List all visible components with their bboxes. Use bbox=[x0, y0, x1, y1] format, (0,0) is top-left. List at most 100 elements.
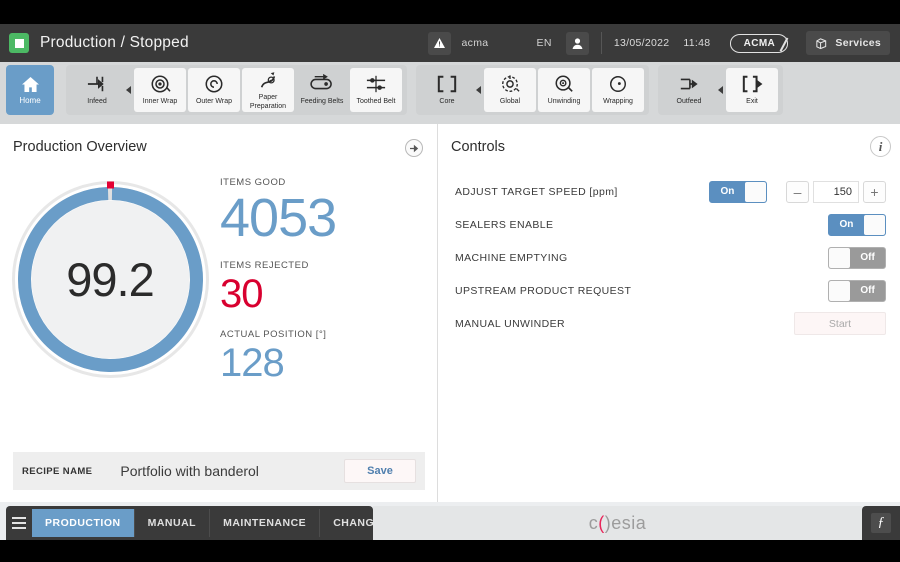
top-bar-right: acma EN 13/05/2022 11:48 ACMA Services bbox=[427, 24, 900, 62]
home-icon bbox=[21, 76, 39, 92]
outfeed-icon bbox=[677, 73, 701, 95]
nav-item-unwinding[interactable]: Unwinding bbox=[538, 68, 590, 112]
nav-item-label: Feeding Belts bbox=[300, 98, 344, 106]
efficiency-gauge: 99.2 bbox=[0, 173, 220, 398]
top-bar: Production / Stopped acma EN 13/05/2022 … bbox=[0, 24, 900, 62]
services-button[interactable]: Services bbox=[806, 31, 890, 55]
gauge-graphic: 99.2 bbox=[8, 177, 213, 382]
page-title: Production / Stopped bbox=[40, 34, 189, 51]
control-inputs: On – 150 + bbox=[709, 180, 886, 203]
nav-group-2: Core Global Unwinding Wrapping bbox=[416, 65, 649, 115]
nav-item-label: Inner Wrap bbox=[142, 98, 178, 106]
nav-home-button[interactable]: Home bbox=[6, 65, 54, 125]
kpi-label: ACTUAL POSITION [°] bbox=[220, 329, 327, 340]
arrow-right-circle-icon[interactable] bbox=[405, 139, 423, 157]
wrapping-icon bbox=[607, 73, 629, 95]
adjust-target-speed-toggle[interactable]: On bbox=[709, 180, 767, 203]
coesia-logo-text: c bbox=[588, 512, 599, 533]
language-selector[interactable]: EN bbox=[536, 37, 551, 49]
nav-item-outfeed[interactable]: Outfeed bbox=[663, 68, 715, 112]
recipe-name-value[interactable]: Portfolio with banderol bbox=[120, 463, 259, 479]
controls-title: Controls bbox=[451, 139, 505, 155]
nav-item-wrapping[interactable]: Wrapping bbox=[592, 68, 644, 112]
services-label: Services bbox=[835, 37, 881, 49]
nav-item-exit[interactable]: Exit bbox=[726, 68, 778, 112]
gauge-value: 99.2 bbox=[66, 253, 154, 306]
increment-button[interactable]: + bbox=[863, 180, 886, 203]
toothed-belt-icon bbox=[364, 73, 388, 95]
kpi-items-good: ITEMS GOOD 4053 bbox=[220, 177, 337, 248]
recipe-bar: RECIPE NAME Portfolio with banderol Save bbox=[13, 452, 425, 490]
toggle-knob bbox=[744, 181, 766, 202]
machine-emptying-toggle[interactable]: Off bbox=[828, 246, 886, 269]
tab-manual[interactable]: MANUAL bbox=[133, 509, 210, 537]
kpi-items-rejected: ITEMS REJECTED 30 bbox=[220, 260, 336, 317]
user-icon[interactable] bbox=[565, 31, 589, 55]
kpi-label: ITEMS REJECTED bbox=[220, 260, 309, 271]
kpi-actual-position: ACTUAL POSITION [°] 128 bbox=[220, 329, 336, 386]
tab-production[interactable]: PRODUCTION bbox=[32, 509, 134, 537]
infeed-icon bbox=[85, 73, 109, 95]
target-speed-stepper: – 150 + bbox=[786, 180, 886, 203]
nav-item-paper-preparation[interactable]: Paper Preparation bbox=[242, 68, 294, 112]
core-icon bbox=[435, 73, 459, 95]
controls-panel: Controls i ADJUST TARGET SPEED [ppm] On … bbox=[438, 124, 900, 502]
system-time: 11:48 bbox=[683, 37, 711, 49]
hamburger-menu-icon[interactable] bbox=[12, 517, 26, 529]
function-button[interactable]: ƒ bbox=[862, 506, 900, 540]
control-row-manual-unwinder: MANUAL UNWINDER Start bbox=[438, 307, 900, 340]
machine-hmi-screen: Production / Stopped acma EN 13/05/2022 … bbox=[0, 24, 900, 540]
control-inputs: On bbox=[828, 213, 886, 236]
nav-item-label: Exit bbox=[746, 98, 758, 106]
machine-status-icon bbox=[9, 33, 29, 53]
nav-item-core[interactable]: Core bbox=[421, 68, 473, 112]
nav-group-3: Outfeed Exit bbox=[658, 65, 783, 115]
tab-maintenance[interactable]: MAINTENANCE bbox=[209, 509, 319, 537]
nav-item-infeed[interactable]: Infeed bbox=[71, 68, 123, 112]
toggle-knob bbox=[863, 214, 885, 235]
nav-item-inner-wrap[interactable]: Inner Wrap bbox=[134, 68, 186, 112]
control-label: MACHINE EMPTYING bbox=[455, 251, 568, 264]
nav-item-label: Outfeed bbox=[676, 98, 702, 106]
coesia-logo: c()esia bbox=[589, 513, 647, 534]
triangle-left-icon bbox=[126, 86, 131, 94]
nav-item-label: Wrapping bbox=[603, 98, 633, 106]
feeding-belts-icon bbox=[310, 73, 334, 95]
upstream-product-request-toggle[interactable]: Off bbox=[828, 279, 886, 302]
nav-item-toothed-belt[interactable]: Toothed Belt bbox=[350, 68, 402, 112]
kpi-label: ITEMS GOOD bbox=[220, 177, 286, 188]
nav-item-label: Toothed Belt bbox=[356, 98, 396, 106]
target-speed-value[interactable]: 150 bbox=[813, 180, 859, 203]
nav-item-outer-wrap[interactable]: Outer Wrap bbox=[188, 68, 240, 112]
kpi-list: ITEMS GOOD 4053 ITEMS REJECTED 30 ACTUAL… bbox=[220, 173, 337, 398]
mode-tab-bar: PRODUCTION MANUAL MAINTENANCE CHANGEOVER bbox=[6, 506, 413, 540]
divider bbox=[600, 32, 602, 54]
control-label: MANUAL UNWINDER bbox=[455, 317, 566, 330]
warning-triangle-icon[interactable] bbox=[427, 31, 451, 55]
save-recipe-button[interactable]: Save bbox=[344, 459, 416, 483]
outer-wrap-icon bbox=[203, 73, 225, 95]
exit-icon bbox=[740, 73, 764, 95]
nav-item-feeding-belts[interactable]: Feeding Belts bbox=[296, 68, 348, 112]
control-inputs: Start bbox=[794, 312, 886, 335]
toggle-state-label: On bbox=[720, 186, 735, 197]
sealers-enable-toggle[interactable]: On bbox=[828, 213, 886, 236]
brand-logo-slash bbox=[779, 37, 788, 51]
nav-item-label: Global bbox=[499, 98, 521, 106]
global-icon bbox=[499, 73, 521, 95]
nav-item-label: Paper Preparation bbox=[249, 94, 287, 110]
info-icon[interactable]: i bbox=[870, 136, 891, 157]
kpi-value: 30 bbox=[220, 272, 264, 316]
nav-item-label: Infeed bbox=[87, 98, 107, 106]
toggle-knob bbox=[829, 280, 851, 301]
manual-unwinder-start-button[interactable]: Start bbox=[794, 312, 886, 335]
toggle-state-label: Off bbox=[860, 285, 875, 296]
system-date: 13/05/2022 bbox=[613, 37, 670, 49]
vendor-logo-area: c()esia bbox=[373, 506, 862, 540]
decrement-button[interactable]: – bbox=[786, 180, 809, 203]
control-label: UPSTREAM PRODUCT REQUEST bbox=[455, 284, 632, 297]
control-inputs: Off bbox=[828, 279, 886, 302]
nav-home-label: Home bbox=[19, 95, 41, 105]
nav-item-global[interactable]: Global bbox=[484, 68, 536, 112]
nav-item-label: Core bbox=[439, 98, 455, 106]
